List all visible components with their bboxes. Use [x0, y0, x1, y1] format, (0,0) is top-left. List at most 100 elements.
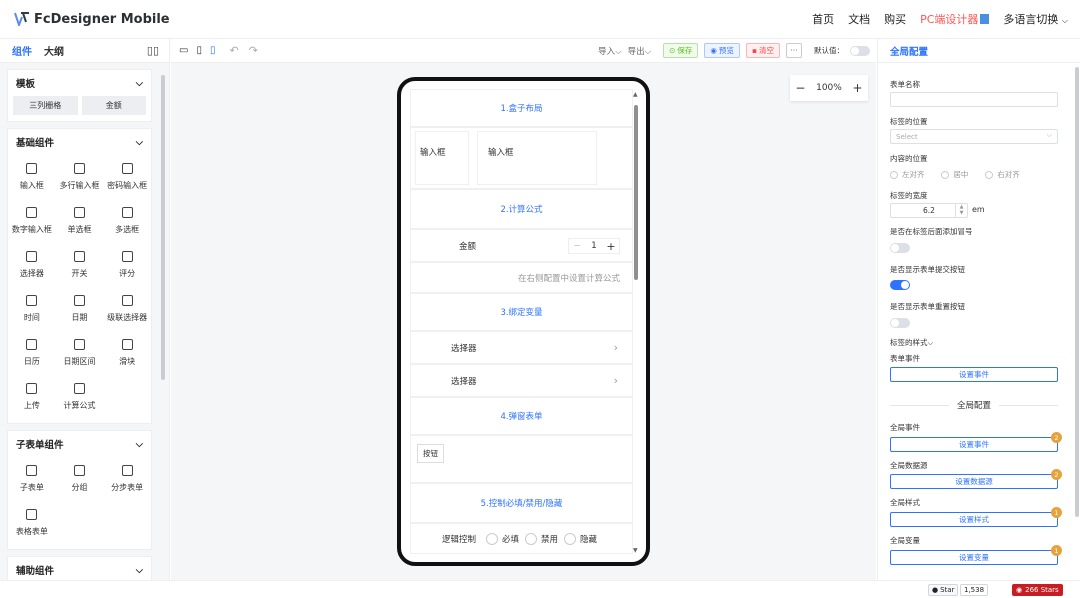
scroll-up-icon[interactable]: ▲ — [633, 91, 638, 98]
dialog-form-row[interactable]: 按钮 — [410, 435, 633, 483]
component-item[interactable]: 分组 — [56, 457, 104, 501]
component-item[interactable]: 输入框 — [8, 155, 56, 199]
amount-row[interactable]: 金额 − 1 + — [410, 229, 633, 262]
default-value-switch[interactable] — [850, 45, 870, 56]
radio-hidden[interactable]: 隐藏 — [564, 532, 597, 545]
more-button[interactable]: ··· — [786, 43, 802, 58]
label-position-select[interactable]: Select ⌵ — [890, 129, 1058, 144]
component-item[interactable]: 滑块 — [103, 331, 151, 375]
group-header[interactable]: 模板 ⌵ — [8, 70, 151, 96]
component-item[interactable]: 密码输入框 — [103, 155, 151, 199]
show-submit-switch[interactable] — [890, 280, 910, 290]
component-item[interactable]: 时间 — [8, 287, 56, 331]
quantity-stepper[interactable]: − 1 + — [568, 238, 620, 254]
label-width-input[interactable]: 6.2 ▲ ▼ — [890, 203, 968, 218]
save-button[interactable]: ⊙ 保存 — [663, 43, 699, 58]
tab-components[interactable]: 组件 — [12, 43, 32, 58]
template-item[interactable]: 三列栅格 — [13, 96, 78, 115]
component-list[interactable]: 模板 ⌵ 三列栅格 金额 基础组件 ⌵ 输入框 多行输入框 密码输入框数字输入框 单选框 多… — [0, 63, 169, 580]
component-item[interactable]: 计算公式 — [56, 375, 104, 419]
export-menu[interactable]: 导出⌵ — [628, 45, 651, 57]
mobile-icon[interactable]: ▯ — [210, 45, 216, 56]
preview-button[interactable]: ◉ 预览 — [704, 43, 740, 58]
box-layout[interactable]: 输入框 输入框 — [410, 127, 633, 189]
component-item[interactable]: 单选框 — [56, 199, 104, 243]
button-widget[interactable]: 按钮 — [417, 444, 444, 463]
group-header[interactable]: 子表单组件 ⌵ — [8, 431, 151, 457]
scroll-down-icon[interactable]: ▼ — [633, 547, 638, 554]
set-global-style-button[interactable]: 设置样式 1 — [890, 507, 1062, 527]
right-scrollbar[interactable] — [1075, 67, 1079, 517]
component-item[interactable]: 多选框 — [103, 199, 151, 243]
component-item[interactable]: 上传 — [8, 375, 56, 419]
radio-label: 左对齐 — [902, 170, 925, 179]
form-canvas[interactable]: 1.盒子布局 输入框 输入框 2.计算公式 金额 − 1 + 在右侧配置中设置计… — [410, 89, 633, 559]
section-title[interactable]: 3.绑定变量 — [410, 293, 633, 331]
set-global-source-button[interactable]: 设置数据源 2 — [890, 469, 1062, 489]
radio-align-left[interactable]: 左对齐 — [890, 169, 925, 180]
select-row[interactable]: 选择器 › — [410, 364, 633, 397]
radio-label: 居中 — [953, 170, 969, 179]
nav-language[interactable]: 多语言切换 ⌵ — [1003, 11, 1068, 27]
logo[interactable]: FcDesigner Mobile — [14, 12, 170, 27]
section-title[interactable]: 4.弹窗表单 — [410, 397, 633, 435]
component-item[interactable]: 日期 — [56, 287, 104, 331]
radio-disabled[interactable]: 禁用 — [525, 532, 558, 545]
component-item[interactable]: 日历 — [8, 331, 56, 375]
box-cell[interactable]: 输入框 — [415, 131, 469, 185]
clear-button[interactable]: ▪ 清空 — [745, 43, 780, 58]
nav-buy[interactable]: 购买 — [884, 11, 906, 27]
group-header[interactable]: 辅助组件 ⌵ — [8, 557, 151, 580]
label-style-toggle[interactable]: 标签的样式⌵ — [890, 337, 933, 348]
nav-docs[interactable]: 文档 — [848, 11, 870, 27]
component-item[interactable]: 选择器 — [8, 243, 56, 287]
section-title[interactable]: 2.计算公式 — [410, 189, 633, 229]
zoom-in-button[interactable]: + — [853, 81, 863, 95]
component-item[interactable]: 级联选择器 — [103, 287, 151, 331]
gitee-stars-badge[interactable]: ◉ 266 Stars — [1012, 584, 1063, 596]
decrement-button[interactable]: − — [569, 241, 585, 251]
component-item[interactable]: 子表单 — [8, 457, 56, 501]
component-item[interactable]: 开关 — [56, 243, 104, 287]
section-title[interactable]: 5.控制必填/禁用/隐藏 — [410, 483, 633, 523]
component-item[interactable]: 表格表单 — [8, 501, 56, 545]
component-item[interactable]: 评分 — [103, 243, 151, 287]
template-item[interactable]: 金额 — [81, 96, 146, 115]
component-item[interactable]: 日期区间 — [56, 331, 104, 375]
show-reset-switch[interactable] — [890, 318, 910, 328]
zoom-out-button[interactable]: − — [795, 81, 805, 95]
nav-pc-designer[interactable]: PC端设计器 — [920, 11, 990, 27]
tablet-icon[interactable]: ▯ — [196, 45, 202, 56]
component-item[interactable]: 数字输入框 — [8, 199, 56, 243]
radio-required[interactable]: 必填 — [486, 532, 519, 545]
select-row[interactable]: 选择器 › — [410, 331, 633, 364]
component-item[interactable]: 分步表单 — [103, 457, 151, 501]
section-title[interactable]: 1.盒子布局 — [410, 89, 633, 127]
panel-toggle-icon[interactable]: ▯▯ — [147, 44, 159, 57]
tab-outline[interactable]: 大纲 — [44, 43, 64, 58]
redo-icon[interactable]: ↷ — [249, 44, 258, 57]
set-global-var-button[interactable]: 设置变量 1 — [890, 545, 1062, 565]
set-form-event-button[interactable]: 设置事件 — [890, 367, 1058, 382]
colon-switch[interactable] — [890, 243, 910, 253]
box-cell[interactable]: 输入框 — [477, 131, 597, 185]
phone-scrollbar[interactable] — [634, 105, 638, 280]
nav-home[interactable]: 首页 — [812, 11, 834, 27]
laptop-icon[interactable]: ▭ — [179, 45, 188, 56]
gitee-stars-label: 266 Stars — [1025, 586, 1059, 594]
radio-align-right[interactable]: 右对齐 — [985, 169, 1020, 180]
config-title[interactable]: 全局配置 — [878, 39, 1080, 63]
component-item[interactable]: 多行输入框 — [56, 155, 104, 199]
increment-button[interactable]: + — [603, 240, 619, 253]
import-menu[interactable]: 导入⌵ — [598, 45, 621, 57]
logic-control-row[interactable]: 逻辑控制 必填 禁用 隐藏 — [410, 523, 633, 554]
stepper-arrows-icon[interactable]: ▲ ▼ — [955, 204, 967, 217]
github-star-button[interactable]: ● Star — [928, 584, 959, 596]
left-scrollbar[interactable] — [161, 75, 165, 380]
set-global-event-button[interactable]: 设置事件 2 — [890, 432, 1062, 452]
group-header[interactable]: 基础组件 ⌵ — [8, 129, 151, 155]
form-name-input[interactable] — [890, 92, 1058, 107]
label-position-label: 标签的位置 — [890, 117, 928, 126]
undo-icon[interactable]: ↶ — [229, 44, 238, 57]
radio-align-center[interactable]: 居中 — [941, 169, 968, 180]
